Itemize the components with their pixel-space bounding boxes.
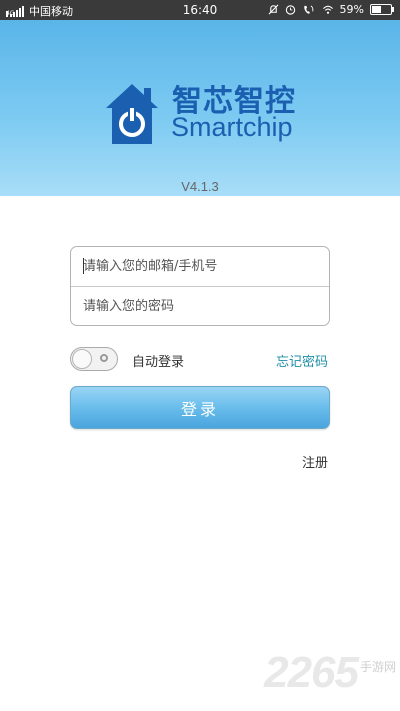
login-button[interactable]: 登录: [70, 386, 330, 429]
app-version: V4.1.3: [181, 179, 219, 194]
call-icon: [303, 5, 313, 14]
alarm-icon: [285, 5, 295, 15]
text-cursor: [83, 258, 84, 274]
login-form: [70, 246, 330, 326]
password-input[interactable]: [71, 287, 329, 326]
app-header: 智芯智控 Smartchip: [0, 20, 400, 196]
wifi-icon: [322, 5, 333, 14]
register-link[interactable]: 注册: [302, 452, 328, 471]
brand-title-en: Smartchip: [171, 112, 293, 142]
battery-icon: [370, 4, 394, 15]
battery-fill: [372, 6, 381, 13]
watermark-number: 2265: [264, 648, 359, 697]
account-input[interactable]: [71, 247, 329, 286]
toggle-off-icon: [100, 354, 108, 362]
toggle-knob: [72, 349, 92, 369]
auto-login-toggle[interactable]: [70, 347, 118, 371]
status-bar: 4G 中国移动 16:40 59%: [0, 0, 400, 20]
forgot-password-link[interactable]: 忘记密码: [276, 351, 328, 370]
status-right: 59%: [268, 3, 394, 16]
bell-off-icon: [268, 4, 279, 15]
home-power-logo-icon: [106, 84, 158, 144]
site-watermark: 2265 手游网: [264, 648, 396, 698]
battery-percent: 59%: [339, 3, 364, 16]
auto-login-label: 自动登录: [132, 355, 185, 370]
watermark-suffix: 手游网: [359, 660, 396, 674]
